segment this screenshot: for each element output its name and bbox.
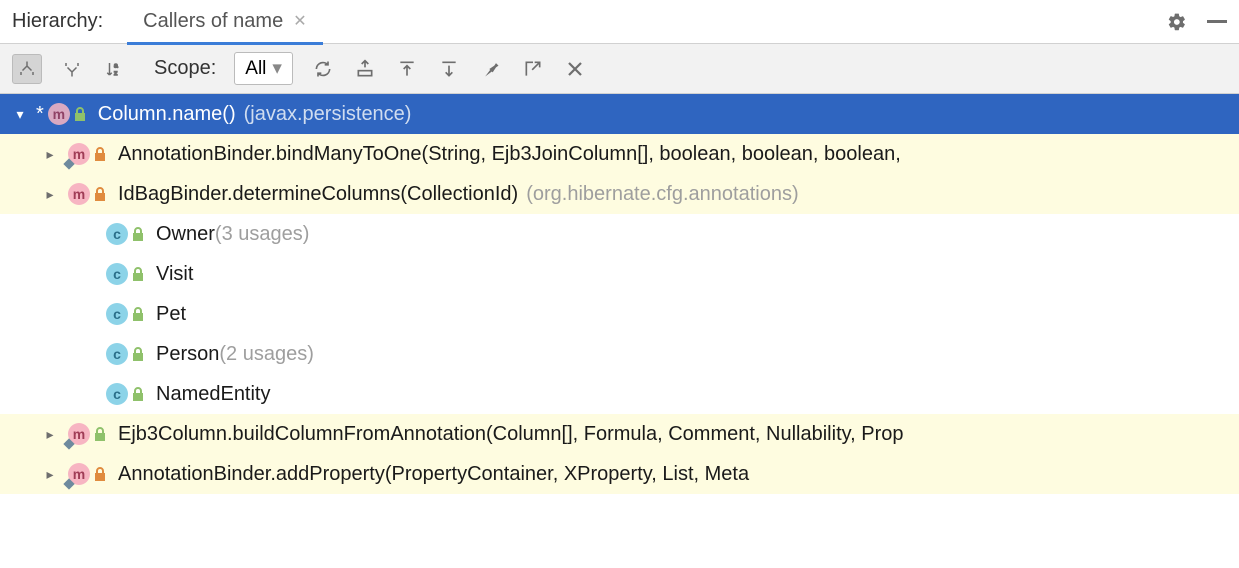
tree-row[interactable]: c NamedEntity — [0, 374, 1239, 414]
scope-dropdown[interactable]: All ▾ — [234, 52, 293, 85]
chevron-down-icon[interactable]: ▾ — [10, 106, 30, 123]
method-icon: m — [48, 103, 70, 125]
autoscroll-icon[interactable] — [353, 57, 377, 81]
class-icon: c — [106, 383, 128, 405]
sort-icon[interactable]: az — [102, 57, 126, 81]
export-icon[interactable] — [521, 57, 545, 81]
scope-label: Scope: — [154, 57, 216, 80]
node-text: IdBagBinder.determineColumns(CollectionI… — [118, 183, 518, 206]
lock-icon — [94, 467, 110, 481]
node-text: AnnotationBinder.bindManyToOne(String, E… — [118, 143, 901, 166]
usages-count: (2 usages) — [219, 343, 314, 366]
lock-icon — [94, 147, 110, 161]
tree-row[interactable]: ▸ m Ejb3Column.buildColumnFromAnnotation(C… — [0, 414, 1239, 454]
pin-icon[interactable] — [479, 57, 503, 81]
node-text: Ejb3Column.buildColumnFromAnnotation(Col… — [118, 423, 904, 446]
tree-row[interactable]: c Person(2 usages) — [0, 334, 1239, 374]
class-icon: c — [106, 343, 128, 365]
tab-label: Callers of name — [143, 10, 283, 33]
hierarchy-tree: ▾ * m Column.name() (javax.persistence) … — [0, 94, 1239, 494]
recursion-star: * — [36, 103, 44, 126]
lock-icon — [132, 307, 148, 321]
lock-icon — [132, 267, 148, 281]
lock-icon — [132, 227, 148, 241]
close-icon[interactable]: ✕ — [293, 11, 306, 31]
tree-row[interactable]: ▸ m AnnotationBinder.addProperty(PropertyC… — [0, 454, 1239, 494]
tree-row[interactable]: c Owner(3 usages) — [0, 214, 1239, 254]
svg-text:z: z — [114, 70, 118, 77]
node-meta: (javax.persistence) — [244, 103, 412, 126]
gear-icon[interactable] — [1167, 12, 1187, 32]
tab-bar: Hierarchy: Callers of name ✕ — [0, 0, 1239, 44]
node-text: Owner — [156, 223, 215, 246]
chevron-right-icon[interactable]: ▸ — [40, 146, 60, 163]
method-icon: m — [68, 423, 90, 445]
class-icon: c — [106, 263, 128, 285]
node-text: Pet — [156, 303, 186, 326]
chevron-right-icon[interactable]: ▸ — [40, 426, 60, 443]
tree-root-row[interactable]: ▾ * m Column.name() (javax.persistence) — [0, 94, 1239, 134]
panel-title: Hierarchy: — [12, 10, 103, 33]
tree-row[interactable]: ▸ m IdBagBinder.determineColumns(Collectio… — [0, 174, 1239, 214]
toolbar: az Scope: All ▾ — [0, 44, 1239, 94]
node-text: NamedEntity — [156, 383, 271, 406]
method-icon: m — [68, 143, 90, 165]
node-meta: (org.hibernate.cfg.annotations) — [526, 183, 798, 206]
chevron-right-icon[interactable]: ▸ — [40, 466, 60, 483]
class-icon: c — [106, 303, 128, 325]
class-icon: c — [106, 223, 128, 245]
usages-count: (3 usages) — [215, 223, 310, 246]
svg-text:a: a — [114, 62, 118, 69]
lock-icon — [132, 387, 148, 401]
chevron-down-icon: ▾ — [272, 57, 282, 80]
lock-icon — [132, 347, 148, 361]
lock-icon — [94, 427, 110, 441]
node-text: Person — [156, 343, 219, 366]
close-toolbar-icon[interactable] — [563, 57, 587, 81]
tree-row[interactable]: c Visit — [0, 254, 1239, 294]
expand-all-icon[interactable] — [395, 57, 419, 81]
tree-row[interactable]: ▸ m AnnotationBinder.bindManyToOne(String,… — [0, 134, 1239, 174]
tree-row[interactable]: c Pet — [0, 294, 1239, 334]
lock-icon — [94, 187, 110, 201]
scope-value: All — [245, 58, 266, 80]
chevron-right-icon[interactable]: ▸ — [40, 186, 60, 203]
node-text: AnnotationBinder.addProperty(PropertyCon… — [118, 463, 749, 486]
node-text: Column.name() — [98, 103, 236, 126]
callee-hierarchy-icon[interactable] — [12, 54, 42, 84]
method-icon: m — [68, 463, 90, 485]
caller-hierarchy-icon[interactable] — [60, 57, 84, 81]
method-icon: m — [68, 183, 90, 205]
node-text: Visit — [156, 263, 193, 286]
refresh-icon[interactable] — [311, 57, 335, 81]
collapse-all-icon[interactable] — [437, 57, 461, 81]
tab-callers[interactable]: Callers of name ✕ — [127, 1, 322, 45]
lock-icon — [74, 107, 90, 121]
minimize-icon[interactable] — [1207, 12, 1227, 32]
